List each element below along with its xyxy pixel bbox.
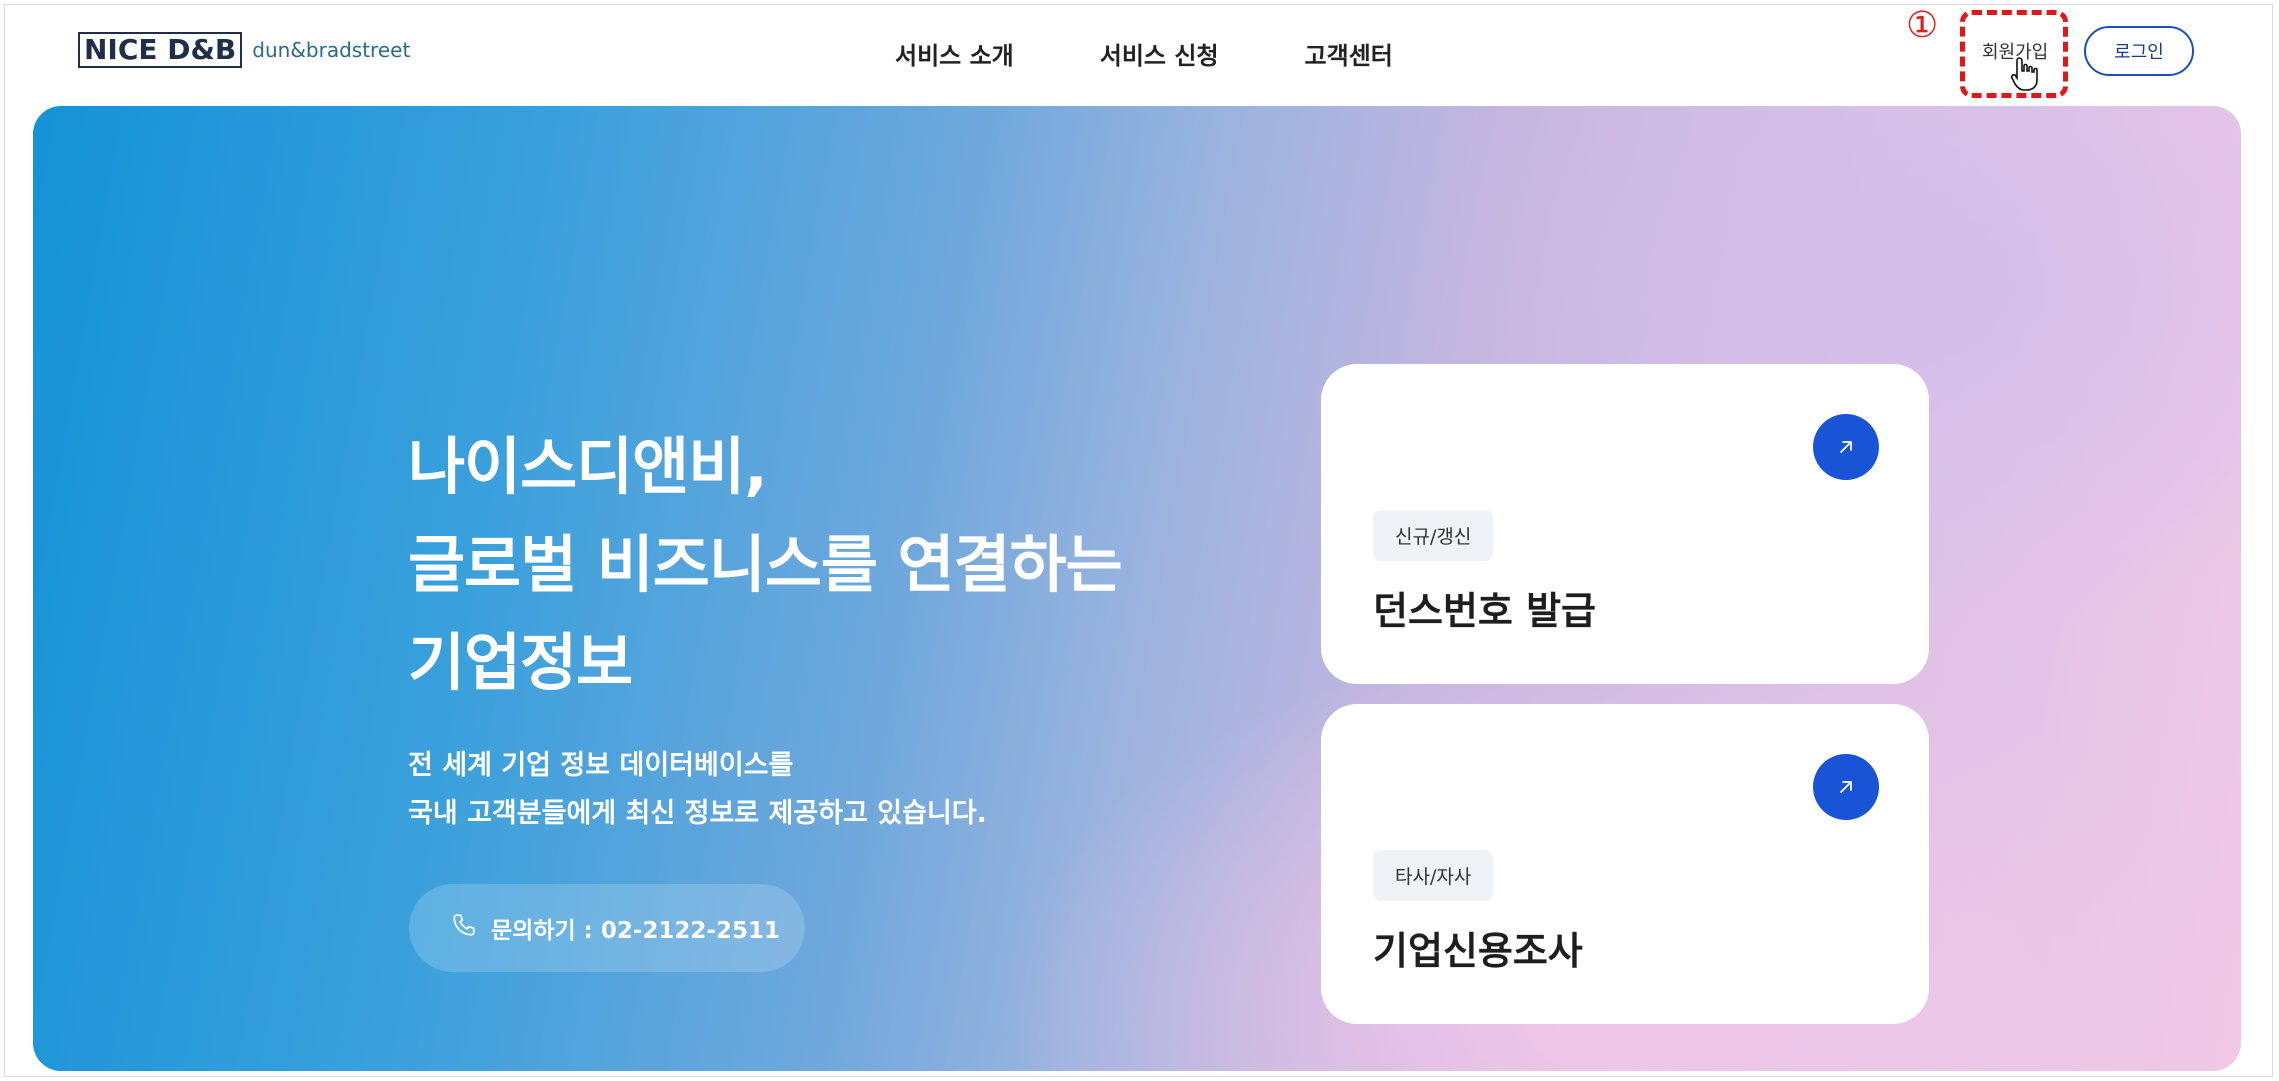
hero-subtitle-line-2: 국내 고객분들에게 최신 정보로 제공하고 있습니다. xyxy=(408,798,987,829)
hand-cursor-icon xyxy=(2010,56,2040,96)
card-tag: 타사/자사 xyxy=(1373,850,1494,901)
phone-icon xyxy=(451,912,477,944)
hero-title: 나이스디앤비, 글로벌 비즈니스를 연결하는 기업정보 xyxy=(408,418,1123,712)
card-credit-report[interactable]: 타사/자사 기업신용조사 xyxy=(1321,704,1929,1024)
contact-text: 문의하기 : 02-2122-2511 xyxy=(491,918,780,944)
arrow-up-right-icon[interactable] xyxy=(1813,414,1879,480)
header: NICE D&B dun&bradstreet 서비스 소개 서비스 신청 고객… xyxy=(0,0,2279,104)
annotation-number: ① xyxy=(1906,5,1939,46)
hero-subtitle: 전 세계 기업 정보 데이터베이스를 국내 고객분들에게 최신 정보로 제공하고… xyxy=(408,742,987,838)
nav-service-apply[interactable]: 서비스 신청 xyxy=(1100,36,1219,71)
main-nav: 서비스 소개 서비스 신청 고객센터 xyxy=(895,36,1393,71)
hero-title-line-2: 글로벌 비즈니스를 연결하는 xyxy=(408,528,1123,601)
card-duns-number[interactable]: 신규/갱신 던스번호 발급 xyxy=(1321,364,1929,684)
logo-main: NICE D&B xyxy=(78,32,243,68)
card-tag: 신규/갱신 xyxy=(1373,510,1494,561)
contact-button[interactable]: 문의하기 : 02-2122-2511 xyxy=(409,884,805,972)
hero-title-line-1: 나이스디앤비, xyxy=(408,430,768,503)
hero-banner: 나이스디앤비, 글로벌 비즈니스를 연결하는 기업정보 전 세계 기업 정보 데… xyxy=(33,106,2241,1071)
hero-subtitle-line-1: 전 세계 기업 정보 데이터베이스를 xyxy=(408,750,794,781)
card-title: 기업신용조사 xyxy=(1373,929,1583,973)
nav-service-intro[interactable]: 서비스 소개 xyxy=(895,36,1014,71)
card-title: 던스번호 발급 xyxy=(1373,589,1596,633)
nav-customer-center[interactable]: 고객센터 xyxy=(1305,36,1393,71)
login-button[interactable]: 로그인 xyxy=(2084,26,2194,76)
arrow-up-right-icon[interactable] xyxy=(1813,754,1879,820)
logo[interactable]: NICE D&B dun&bradstreet xyxy=(78,32,410,68)
hero-title-line-3: 기업정보 xyxy=(408,626,633,699)
logo-sub: dun&bradstreet xyxy=(252,38,411,62)
